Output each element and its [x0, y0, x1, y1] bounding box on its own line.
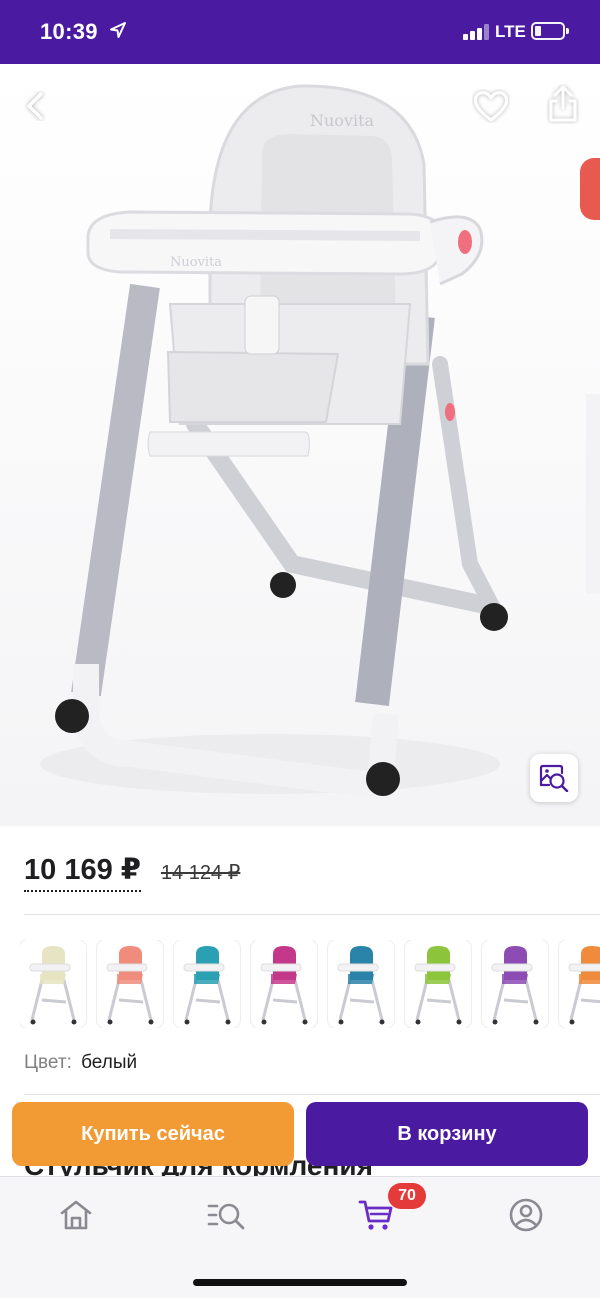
image-search-button[interactable]	[530, 754, 578, 802]
add-to-cart-button[interactable]: В корзину	[306, 1102, 588, 1166]
tray-logo: Nuovita	[170, 255, 222, 270]
back-arrow-icon	[27, 92, 43, 120]
back-button[interactable]	[14, 84, 58, 128]
color-option[interactable]	[251, 940, 317, 1028]
status-bar: 10:39 LTE	[0, 0, 600, 64]
color-option[interactable]	[20, 940, 86, 1028]
divider	[24, 914, 600, 915]
chair-thumbnail	[106, 946, 154, 1025]
color-value: белый	[81, 1052, 138, 1073]
color-line: Цвет: белый	[24, 1052, 137, 1074]
location-arrow-icon	[110, 22, 126, 38]
network-type: LTE	[495, 22, 526, 41]
chair-thumbnail	[568, 946, 600, 1025]
tab-profile[interactable]	[496, 1193, 556, 1237]
signal-bars-icon	[463, 24, 489, 40]
price-old: 14 124 ₽	[160, 862, 241, 884]
product-image: Nuovita Nuovita	[0, 64, 600, 826]
color-option[interactable]	[97, 940, 163, 1028]
chair-thumbnail	[414, 946, 462, 1025]
color-options	[20, 940, 600, 1028]
price-current[interactable]: 10 169 ₽	[24, 852, 141, 892]
color-option[interactable]	[174, 940, 240, 1028]
chair-thumbnail	[491, 946, 539, 1025]
color-option[interactable]	[405, 940, 471, 1028]
buy-now-button[interactable]: Купить сейчас	[12, 1102, 294, 1166]
heart-icon	[473, 91, 509, 122]
chair-thumbnail	[183, 946, 231, 1025]
brand-logo: Nuovita	[310, 111, 375, 130]
promo-side-tab[interactable]	[580, 158, 600, 220]
share-icon	[549, 85, 577, 122]
color-label: Цвет:	[24, 1052, 72, 1073]
product-gallery[interactable]: Nuovita Nuovita	[0, 64, 600, 826]
profile-icon	[509, 1198, 543, 1232]
price-row: 10 169 ₽ 14 124 ₽	[24, 852, 240, 892]
color-option[interactable]	[328, 940, 394, 1028]
divider	[24, 1094, 600, 1095]
home-icon	[60, 1200, 92, 1230]
battery-icon	[531, 22, 569, 40]
home-indicator	[193, 1279, 407, 1286]
cart-count-badge: 70	[388, 1183, 426, 1209]
chair-thumbnail	[29, 946, 77, 1025]
color-option[interactable]	[482, 940, 548, 1028]
chair-thumbnail	[337, 946, 385, 1025]
tab-catalog[interactable]	[196, 1193, 256, 1237]
status-time: 10:39	[40, 19, 98, 44]
catalog-search-icon	[207, 1203, 245, 1230]
image-search-icon	[539, 764, 569, 792]
favorite-button[interactable]	[469, 84, 513, 128]
tab-home[interactable]	[46, 1193, 106, 1237]
share-button[interactable]	[541, 82, 585, 126]
chair-thumbnail	[260, 946, 308, 1025]
color-option[interactable]	[559, 940, 600, 1028]
